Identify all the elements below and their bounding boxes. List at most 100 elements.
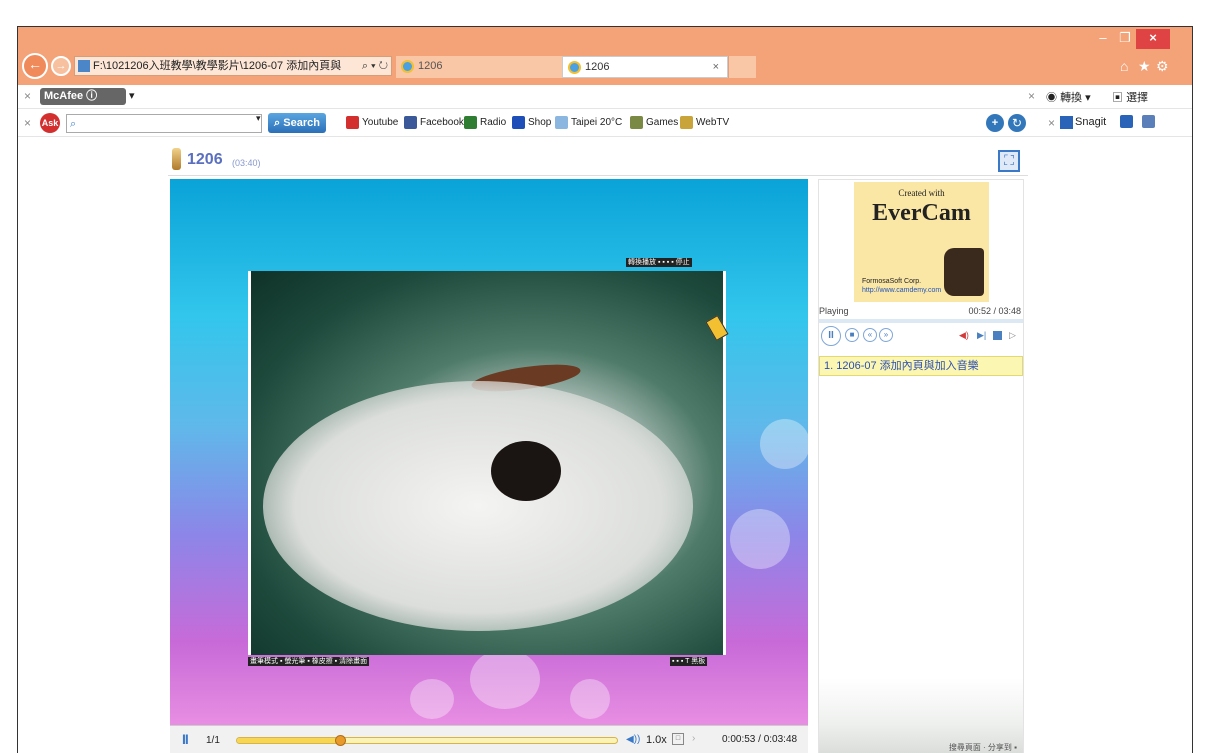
webtv-icon [680, 116, 693, 129]
link-youtube[interactable]: Youtube [346, 116, 399, 129]
status-text: Playing [819, 306, 849, 316]
select-button[interactable]: ▣ 選擇 [1112, 89, 1148, 105]
tab-label: 1206 [585, 61, 610, 73]
page-count: 1/1 [206, 735, 220, 746]
thumb-created: Created with [898, 188, 945, 198]
caption-icon[interactable]: □ [672, 733, 684, 745]
address-bar[interactable]: F:\1021206入班教學\教學影片\1206-07 添加內頁與 ⌕ ▾ ↻ [74, 56, 392, 76]
tab-close-icon[interactable]: × [713, 57, 719, 77]
plus-icon[interactable]: + [986, 114, 1004, 132]
maximize-button[interactable]: ❐ [1114, 29, 1136, 49]
evercam-thumbnail: Created with EverCam FormosaSoft Corp. h… [854, 182, 989, 302]
link-webtv[interactable]: WebTV [680, 116, 729, 129]
progress-bar[interactable] [236, 735, 618, 746]
minimize-button[interactable]: – [1092, 29, 1114, 49]
link-radio[interactable]: Radio [464, 116, 507, 129]
link-facebook[interactable]: Facebook [404, 116, 464, 129]
tab-1[interactable]: 1206 [396, 56, 562, 78]
toolbar-close-icon[interactable]: × [24, 89, 31, 103]
decorative-sketch: 搜尋頁面 · 分享到 ▪ [819, 678, 1023, 753]
new-tab-button[interactable] [728, 56, 756, 78]
tab-2-active[interactable]: 1206 × [562, 56, 728, 78]
fast-forward-icon[interactable]: » [879, 328, 893, 342]
mcafee-toolbar: × McAfee ⓘ ▾ × ◉ 轉換 ▾ ▣ 選擇 [18, 85, 1192, 109]
select-label: 選擇 [1126, 92, 1149, 104]
shop-flag-icon [512, 116, 525, 129]
snagit-label: Snagit [1075, 116, 1107, 128]
bokeh-light [570, 679, 610, 719]
pointer-icon[interactable]: › [692, 733, 695, 744]
toolbar-close-icon[interactable]: × [1028, 89, 1035, 103]
mcafee-label: McAfee [44, 90, 84, 102]
tab-label: 1206 [418, 60, 443, 72]
snagit-edit-icon[interactable] [1142, 115, 1155, 131]
link-weather[interactable]: Taipei 20°C [555, 116, 622, 129]
address-text: F:\1021206入班教學\教學影片\1206-07 添加內頁與 [93, 60, 342, 72]
candle-icon [172, 148, 181, 170]
search-button[interactable]: ⌕ Search [268, 113, 326, 133]
rewind-icon[interactable]: « [863, 328, 877, 342]
bokeh-light [410, 679, 454, 719]
video-draw-controls[interactable]: 畫筆模式 ▪ 螢光筆 ▪ 橡皮擦 ▪ 清除畫面 [248, 657, 370, 666]
fullscreen-icon[interactable]: ⛶ [998, 150, 1020, 172]
ie-icon [568, 61, 581, 74]
page-title: 1206 [187, 151, 223, 168]
title-bar: – ❐ × ← → F:\1021206入班教學\教學影片\1206-07 添加… [18, 27, 1192, 85]
search-input[interactable]: ⌕ [66, 114, 262, 133]
pointer-icon[interactable]: ▷ [1009, 330, 1016, 341]
progress-knob[interactable] [334, 735, 346, 746]
favorites-star-icon[interactable]: ★ [1138, 58, 1151, 75]
link-label: Facebook [420, 117, 464, 128]
volume-icon[interactable]: ◀)) [626, 734, 640, 745]
thumb-company: FormosaSoft Corp. [862, 278, 922, 285]
ask-logo: Ask [40, 113, 60, 133]
thumb-url[interactable]: http://www.camdemy.com [862, 287, 941, 294]
file-icon [78, 60, 90, 72]
footer-text: 搜尋頁面 · 分享到 ▪ [948, 743, 1017, 752]
ask-toolbar: × Ask ⌕ ▾ ⌕ Search Youtube Facebook Radi… [18, 109, 1192, 137]
status-row: Playing 00:52 / 03:48 [819, 306, 1023, 318]
playlist-item[interactable]: 1. 1206-07 添加內頁與加入音樂 [819, 356, 1023, 376]
pause-button[interactable]: II [182, 731, 189, 747]
forward-button[interactable]: → [51, 56, 71, 76]
hair-shape [491, 441, 561, 501]
toolbar-close-icon[interactable]: × [24, 116, 31, 130]
link-label: Youtube [362, 117, 399, 128]
link-games[interactable]: Games [630, 116, 678, 129]
player-header: 1206 (03:40) ⛶ [168, 142, 1028, 176]
video-tool-controls[interactable]: ▪ ▪ ▪ T 黑板 [670, 657, 708, 666]
speed-label[interactable]: 1.0x [646, 734, 667, 746]
toolbar-close-icon[interactable]: × [1048, 116, 1055, 130]
chevron-down-icon[interactable]: ▾ [256, 113, 261, 124]
video-area[interactable]: 轉換播放 ▪ ▪ ▪ ▪ 停止 畫筆模式 ▪ 螢光筆 ▪ 橡皮擦 ▪ 清除畫面 … [170, 179, 808, 725]
edit-icon [1142, 115, 1155, 128]
search-button-label: Search [283, 117, 320, 129]
link-label: Radio [480, 117, 507, 128]
chevron-down-icon[interactable]: ▾ [129, 89, 135, 102]
pause-icon[interactable]: II [821, 326, 841, 346]
video-top-controls[interactable]: 轉換播放 ▪ ▪ ▪ ▪ 停止 [626, 258, 692, 267]
screen-icon[interactable] [993, 331, 1002, 340]
mini-progress-bar[interactable] [819, 319, 1023, 323]
translate-button[interactable]: ◉ 轉換 ▾ [1046, 89, 1091, 105]
radio-icon [464, 116, 477, 129]
step-icon[interactable]: ▶| [977, 330, 986, 341]
home-icon[interactable]: ⌂ [1120, 58, 1128, 74]
mcafee-button[interactable]: McAfee ⓘ [40, 88, 126, 105]
close-button[interactable]: × [1136, 29, 1170, 49]
volume-icon[interactable]: ◀) [959, 330, 969, 341]
settings-gear-icon[interactable]: ⚙ [1156, 58, 1169, 75]
back-button[interactable]: ← [22, 53, 48, 79]
link-shop[interactable]: Shop [512, 116, 551, 129]
stop-icon[interactable]: ■ [845, 328, 859, 342]
refresh-icon[interactable]: ↻ [1008, 114, 1026, 132]
snagit-button[interactable]: Snagit [1060, 116, 1107, 129]
video-frame-image [248, 271, 726, 655]
duration-label: (03:40) [232, 158, 261, 168]
snagit-window-icon[interactable] [1120, 115, 1133, 131]
sidebar: Created with EverCam FormosaSoft Corp. h… [818, 179, 1024, 753]
games-icon [630, 116, 643, 129]
player-controls: II 1/1 ◀)) 1.0x □ › 0:00:53 / 0:03:48 [170, 725, 808, 753]
window-icon [1120, 115, 1133, 128]
address-controls[interactable]: ⌕ ▾ ↻ [362, 57, 388, 75]
